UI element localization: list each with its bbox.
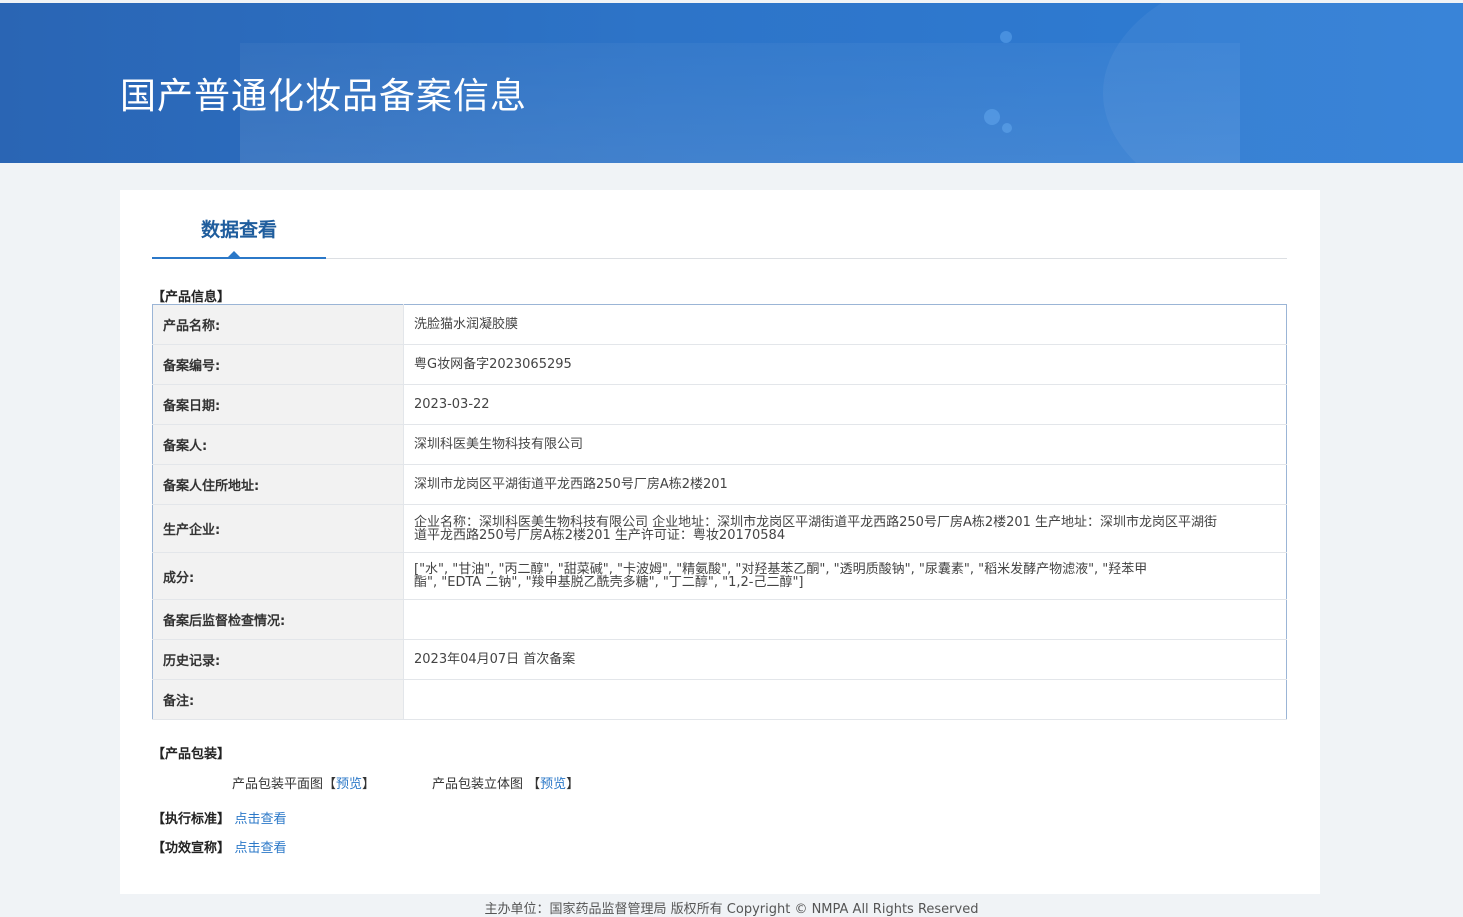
table-row: 产品名称: 洗脸猫水润凝胶膜 <box>152 304 1287 345</box>
table-row: 备案编号: 粤G妆网备字2023065295 <box>152 344 1287 385</box>
efficacy-row: 【功效宣称】 点击查看 <box>152 837 287 856</box>
row-value: 洗脸猫水润凝胶膜 <box>403 304 1287 345</box>
package-flat-label: 产品包装平面图 <box>232 777 324 792</box>
row-value: 企业名称：深圳科医美生物科技有限公司 企业地址：深圳市龙岗区平湖街道平龙西路25… <box>403 504 1287 553</box>
product-info-table: 产品名称: 洗脸猫水润凝胶膜 备案编号: 粤G妆网备字2023065295 备案… <box>152 304 1287 720</box>
standard-heading: 【执行标准】 <box>152 812 231 827</box>
table-row: 备案人住所地址: 深圳市龙岗区平湖街道平龙西路250号厂房A栋2楼201 <box>152 464 1287 505</box>
footer-copyright: 主办单位：国家药品监督管理局 版权所有 Copyright © NMPA All… <box>484 902 979 917</box>
row-value <box>403 599 1287 640</box>
table-row: 备案人: 深圳科医美生物科技有限公司 <box>152 424 1287 465</box>
content-panel: 数据查看 【产品信息】 产品名称: 洗脸猫水润凝胶膜 备案编号: 粤G妆网备字2… <box>120 190 1320 894</box>
packaging-heading: 【产品包装】 <box>152 747 231 762</box>
tab-divider <box>326 258 1287 259</box>
tab-underline <box>152 257 326 259</box>
package-flat-preview-link[interactable]: 预览 <box>336 777 362 792</box>
row-key: 成分: <box>152 552 404 600</box>
package-solid-row: 产品包装立体图 【预览】 <box>432 777 580 792</box>
banner-dot <box>984 109 1000 125</box>
standard-view-link[interactable]: 点击查看 <box>235 812 287 827</box>
table-row: 备案日期: 2023-03-22 <box>152 384 1287 425</box>
row-value <box>403 679 1287 720</box>
row-value: 粤G妆网备字2023065295 <box>403 344 1287 385</box>
efficacy-view-link[interactable]: 点击查看 <box>235 841 287 856</box>
value-line: 企业名称：深圳科医美生物科技有限公司 企业地址：深圳市龙岗区平湖街道平龙西路25… <box>414 514 1218 530</box>
table-row: 成分: ["水", "甘油", "丙二醇", "甜菜碱", "卡波姆", "精氨… <box>152 552 1287 600</box>
row-key: 产品名称: <box>152 304 404 345</box>
product-info-heading: 【产品信息】 <box>152 290 231 305</box>
row-value: 2023年04月07日 首次备案 <box>403 639 1287 680</box>
row-key: 备案日期: <box>152 384 404 425</box>
row-key: 备案编号: <box>152 344 404 385</box>
row-key: 备案后监督检查情况: <box>152 599 404 640</box>
row-value: 深圳科医美生物科技有限公司 <box>403 424 1287 465</box>
table-row: 备案后监督检查情况: <box>152 599 1287 640</box>
banner-dot <box>1002 123 1012 133</box>
package-flat-row: 产品包装平面图【预览】 <box>232 777 376 792</box>
banner-dot <box>1000 31 1012 43</box>
row-value: 深圳市龙岗区平湖街道平龙西路250号厂房A栋2楼201 <box>403 464 1287 505</box>
page-title: 国产普通化妆品备案信息 <box>120 76 528 117</box>
package-solid-preview-link[interactable]: 预览 <box>540 777 566 792</box>
efficacy-heading: 【功效宣称】 <box>152 841 231 856</box>
standard-row: 【执行标准】 点击查看 <box>152 808 287 827</box>
row-value: ["水", "甘油", "丙二醇", "甜菜碱", "卡波姆", "精氨酸", … <box>403 552 1287 600</box>
table-row: 生产企业: 企业名称：深圳科医美生物科技有限公司 企业地址：深圳市龙岗区平湖街道… <box>152 504 1287 553</box>
table-row: 历史记录: 2023年04月07日 首次备案 <box>152 639 1287 680</box>
value-line: 道平龙西路250号厂房A栋2楼201 生产许可证：粤妆20170584 <box>414 527 786 543</box>
package-solid-label: 产品包装立体图 <box>432 777 524 792</box>
row-key: 备案人住所地址: <box>152 464 404 505</box>
row-key: 历史记录: <box>152 639 404 680</box>
table-row: 备注: <box>152 679 1287 720</box>
row-value: 2023-03-22 <box>403 384 1287 425</box>
value-line: 酯", "EDTA 二钠", "羧甲基脱乙酰壳多糖", "丁二醇", "1,2-… <box>414 575 804 590</box>
row-key: 备注: <box>152 679 404 720</box>
row-key: 生产企业: <box>152 504 404 553</box>
row-key: 备案人: <box>152 424 404 465</box>
header-banner: 国产普通化妆品备案信息 <box>0 3 1463 163</box>
